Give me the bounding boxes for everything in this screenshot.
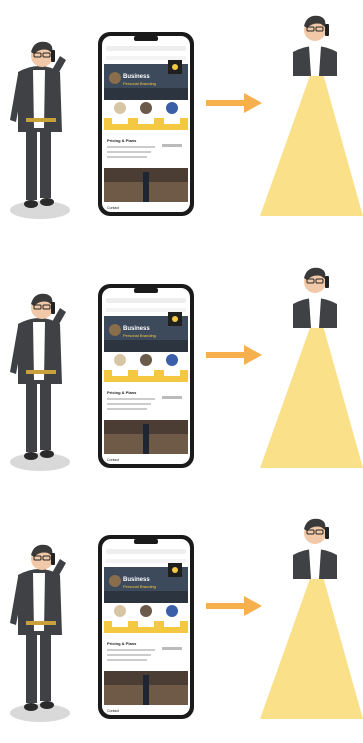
smartphone-mockup: Business Personal Branding Pricing & Pla… xyxy=(98,535,194,719)
phone-section-heading: Pricing & Plans xyxy=(107,641,137,646)
businessman-bust-illustration xyxy=(293,267,337,328)
phone-screen-subtitle: Personal Branding xyxy=(123,81,156,86)
right-arrow-icon xyxy=(206,596,262,616)
businessman-illustration xyxy=(10,544,70,722)
businessman-illustration xyxy=(10,41,70,219)
phone-section-heading: Pricing & Plans xyxy=(107,390,137,395)
phone-bottom-label: Contact xyxy=(107,206,119,210)
spotlight-beam xyxy=(260,70,363,216)
businessman-bust-illustration xyxy=(293,15,337,76)
illustration-row-1: Business Personal Branding Pricing & Pla… xyxy=(0,0,363,240)
phone-screen-title: Business xyxy=(123,577,150,583)
smartphone-mockup: Business Personal Branding Pricing & Pla… xyxy=(98,32,194,216)
smartphone-mockup: Business Personal Branding Pricing & Pla… xyxy=(98,284,194,468)
illustration-row-2: Business Personal Branding Pricing & Pla… xyxy=(0,252,363,492)
spotlight-beam xyxy=(260,573,363,719)
right-arrow-icon xyxy=(206,93,262,113)
phone-screen-title: Business xyxy=(123,326,150,332)
phone-screen-subtitle: Personal Branding xyxy=(123,584,156,589)
businessman-illustration xyxy=(10,293,70,471)
phone-bottom-label: Contact xyxy=(107,458,119,462)
phone-screen-subtitle: Personal Branding xyxy=(123,333,156,338)
phone-bottom-label: Contact xyxy=(107,709,119,713)
right-arrow-icon xyxy=(206,345,262,365)
phone-section-heading: Pricing & Plans xyxy=(107,138,137,143)
illustration-row-3: Business Personal Branding Pricing & Pla… xyxy=(0,503,363,743)
phone-screen-title: Business xyxy=(123,74,150,80)
spotlight-beam xyxy=(260,322,363,468)
businessman-bust-illustration xyxy=(293,518,337,579)
